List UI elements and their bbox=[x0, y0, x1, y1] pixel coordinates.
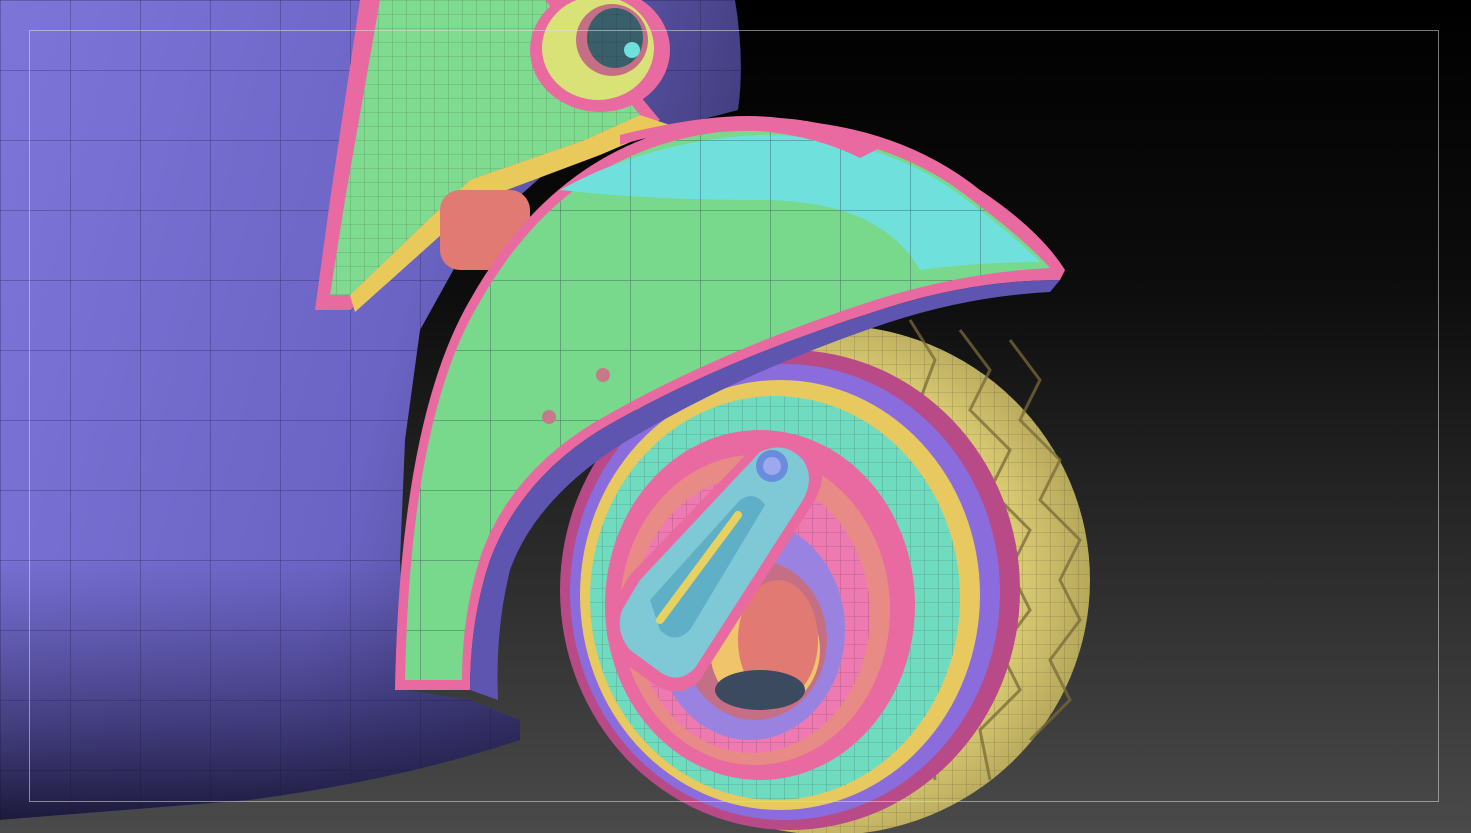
render-scene bbox=[0, 0, 1471, 833]
3d-viewport[interactable] bbox=[0, 0, 1471, 833]
